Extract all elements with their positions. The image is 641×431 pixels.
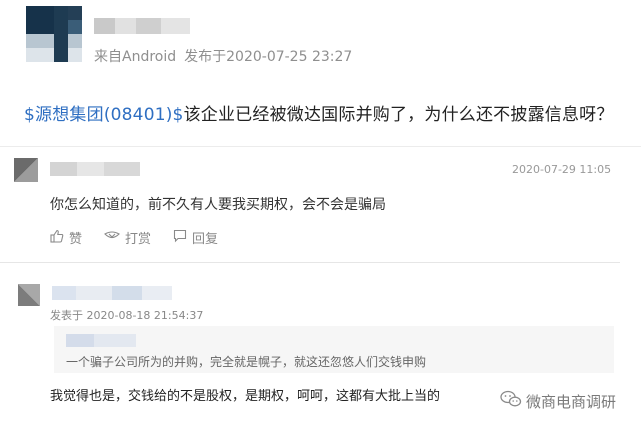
reward-icon [104,229,125,247]
post-author-avatar[interactable] [26,6,82,62]
comment-1-timestamp: 2020-07-29 11:05 [512,163,612,176]
reward-button[interactable]: 打赏 [104,228,151,247]
like-label: 赞 [69,232,83,247]
reply-button[interactable]: 回复 [173,228,218,247]
post-source: 来自Android [94,49,177,65]
comment-2-avatar[interactable] [18,284,40,306]
quoted-comment: 一个骗子公司所为的并购，完全就是幌子，就这还忽悠人们交钱申购 [54,326,614,373]
comment-2-timestamp: 发表于 2020-08-18 21:54:37 [50,309,204,322]
thumbs-up-icon [50,229,69,247]
post-author-name-redacted[interactable] [94,18,190,34]
watermark-text: 微商电商调研 [526,392,617,411]
reward-label: 打赏 [125,232,152,247]
comment-1-author-redacted[interactable] [50,162,140,176]
reply-label: 回复 [192,232,219,247]
comment-1-actions: 赞 打赏 回复 [50,228,240,247]
divider [0,146,641,147]
wechat-icon [500,390,526,412]
quoted-comment-text: 一个骗子公司所为的并购，完全就是幌子，就这还忽悠人们交钱申购 [66,355,427,369]
post-body: $源想集团(08401)$该企业已经被微达国际并购了，为什么还不披露信息呀？ [24,100,614,125]
like-button[interactable]: 赞 [50,228,82,247]
comment-icon [173,229,192,247]
post-timestamp: 发布于2020-07-25 23:27 [184,49,353,65]
watermark: 微商电商调研 [500,390,616,412]
comment-1-avatar[interactable] [14,158,38,182]
quoted-author-redacted[interactable] [66,334,136,347]
post-body-text: 该企业已经被微达国际并购了，为什么还不披露信息呀？ [183,105,614,125]
post-meta: 来自Android 发布于2020-07-25 23:27 [94,46,352,66]
comment-1-text: 你怎么知道的，前不久有人要我买期权，会不会是骗局 [50,197,386,213]
stock-tag-link[interactable]: $源想集团(08401)$ [24,105,184,125]
divider [0,262,620,263]
comment-2-author-redacted[interactable] [52,286,172,300]
comment-2-text: 我觉得也是，交钱给的不是股权，是期权，呵呵，这都有大批上当的 [50,389,441,404]
